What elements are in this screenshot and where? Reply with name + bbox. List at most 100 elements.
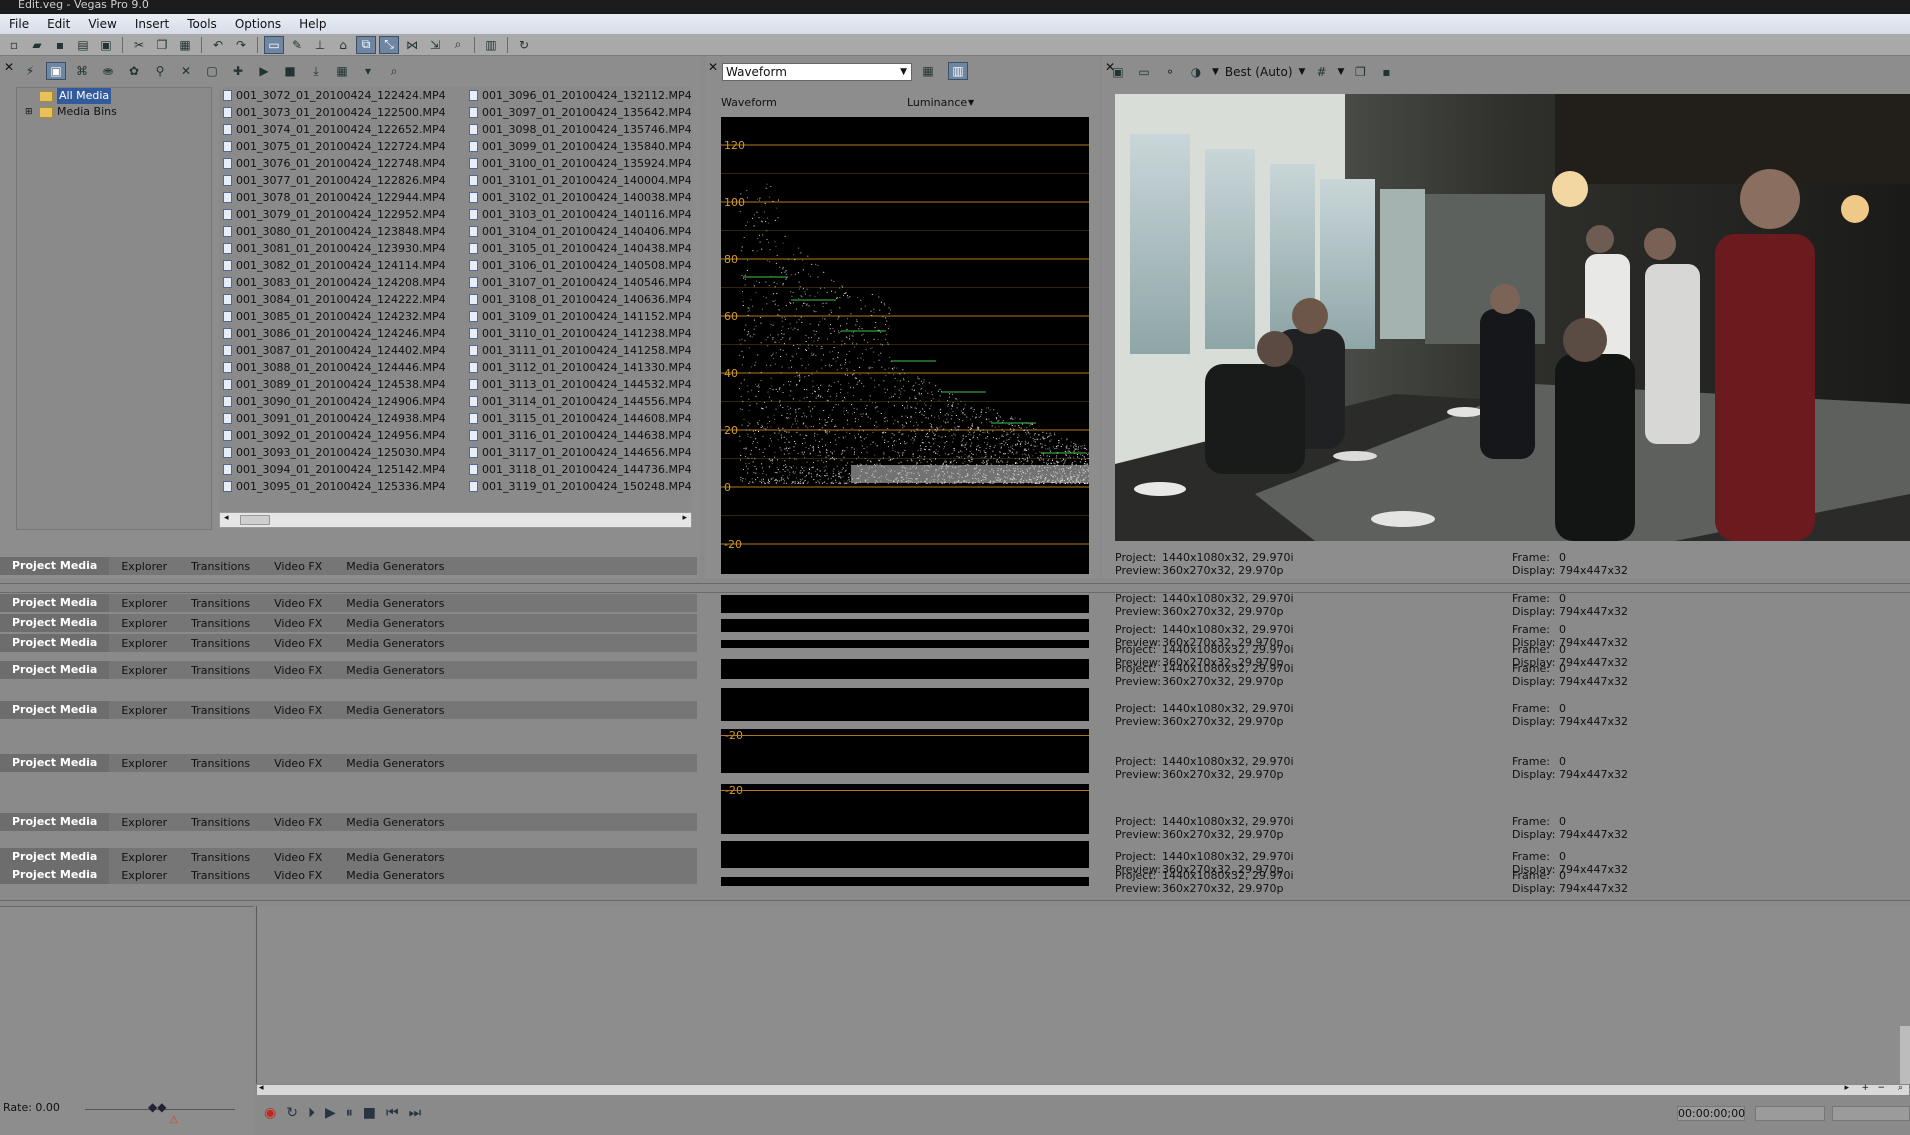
selection-start-field[interactable] xyxy=(1755,1106,1825,1121)
record-icon[interactable]: ◉ xyxy=(264,1105,276,1121)
render-icon[interactable]: ▭ xyxy=(264,35,284,54)
media-file-item[interactable]: 001_3117_01_20100424_144656.MP4 xyxy=(469,444,709,461)
rate-slider-thumb-icon[interactable]: ◆◆ xyxy=(148,1100,166,1114)
media-file-item[interactable]: 001_3099_01_20100424_135840.MP4 xyxy=(469,138,709,155)
scroll-right-icon[interactable]: ▸ xyxy=(1844,1083,1849,1093)
tab-transitions[interactable]: Transitions xyxy=(179,637,262,650)
media-file-item[interactable]: 001_3112_01_20100424_141330.MP4 xyxy=(469,359,709,376)
tab-video-fx[interactable]: Video FX xyxy=(262,597,334,610)
tab-video-fx[interactable]: Video FX xyxy=(262,869,334,882)
save-as-icon[interactable]: ▤ xyxy=(73,36,93,54)
tab-project-media[interactable]: Project Media xyxy=(0,848,110,866)
tab-transitions[interactable]: Transitions xyxy=(179,560,262,573)
media-file-item[interactable]: 001_3078_01_20100424_122944.MP4 xyxy=(223,189,463,206)
stop-media-icon[interactable]: ■ xyxy=(280,62,300,80)
lock-envelopes-icon[interactable]: ⋈ xyxy=(402,36,422,54)
media-file-item[interactable]: 001_3091_01_20100424_124938.MP4 xyxy=(223,410,463,427)
tab-explorer[interactable]: Explorer xyxy=(109,617,179,630)
media-file-item[interactable]: 001_3081_01_20100424_123930.MP4 xyxy=(223,240,463,257)
tab-transitions[interactable]: Transitions xyxy=(179,617,262,630)
save-icon[interactable]: ▪ xyxy=(50,36,70,54)
play-media-icon[interactable]: ▶ xyxy=(254,62,274,80)
zoom-in-icon[interactable]: + xyxy=(1861,1083,1869,1093)
media-file-item[interactable]: 001_3106_01_20100424_140508.MP4 xyxy=(469,257,709,274)
tab-project-media[interactable]: Project Media xyxy=(0,754,110,772)
window-layout-icon[interactable]: ▥ xyxy=(481,36,501,54)
save-snapshot-icon[interactable]: ▪ xyxy=(1376,63,1396,81)
media-file-item[interactable]: 001_3082_01_20100424_124114.MP4 xyxy=(223,257,463,274)
tab-transitions[interactable]: Transitions xyxy=(179,597,262,610)
copy-snapshot-icon[interactable]: ❐ xyxy=(1350,63,1370,81)
tab-project-media[interactable]: Project Media xyxy=(0,701,110,719)
media-file-item[interactable]: 001_3105_01_20100424_140438.MP4 xyxy=(469,240,709,257)
media-file-item[interactable]: 001_3111_01_20100424_141258.MP4 xyxy=(469,342,709,359)
loop-playback-icon[interactable]: ↻ xyxy=(286,1105,298,1121)
properties-icon[interactable]: ▣ xyxy=(96,36,116,54)
scroll-left-icon[interactable]: ◂ xyxy=(224,513,229,523)
tab-media-generators[interactable]: Media Generators xyxy=(334,637,456,650)
tab-media-generators[interactable]: Media Generators xyxy=(334,597,456,610)
scroll-left-icon[interactable]: ◂ xyxy=(259,1083,264,1093)
go-to-start-icon[interactable]: ⏮ xyxy=(386,1105,399,1121)
tab-explorer[interactable]: Explorer xyxy=(109,704,179,717)
tab-project-media[interactable]: Project Media xyxy=(0,594,110,612)
media-file-item[interactable]: 001_3116_01_20100424_144638.MP4 xyxy=(469,427,709,444)
project-video-properties-icon[interactable]: ▣ xyxy=(1108,63,1128,81)
media-file-item[interactable]: 001_3097_01_20100424_135642.MP4 xyxy=(469,104,709,121)
media-file-item[interactable]: 001_3108_01_20100424_140636.MP4 xyxy=(469,291,709,308)
tab-media-generators[interactable]: Media Generators xyxy=(334,869,456,882)
menu-options[interactable]: Options xyxy=(226,17,290,31)
chevron-down-icon[interactable]: ▼ xyxy=(1212,67,1219,77)
cut-icon[interactable]: ✂ xyxy=(129,36,149,54)
media-file-item[interactable]: 001_3102_01_20100424_140038.MP4 xyxy=(469,189,709,206)
tab-media-generators[interactable]: Media Generators xyxy=(334,851,456,864)
tab-media-generators[interactable]: Media Generators xyxy=(334,704,456,717)
cursor-timecode[interactable]: 00:00:00;00 xyxy=(1677,1106,1745,1121)
media-file-item[interactable]: 001_3077_01_20100424_122826.MP4 xyxy=(223,172,463,189)
media-file-item[interactable]: 001_3110_01_20100424_141238.MP4 xyxy=(469,325,709,342)
tab-explorer[interactable]: Explorer xyxy=(109,851,179,864)
play-from-start-icon[interactable]: ⏵ xyxy=(308,1105,315,1121)
media-file-item[interactable]: 001_3074_01_20100424_122652.MP4 xyxy=(223,121,463,138)
media-file-item[interactable]: 001_3104_01_20100424_140406.MP4 xyxy=(469,223,709,240)
capture-icon[interactable]: ▣ xyxy=(46,62,66,80)
pause-icon[interactable]: ⏸ xyxy=(346,1105,353,1121)
media-file-item[interactable]: 001_3113_01_20100424_144532.MP4 xyxy=(469,376,709,393)
stop-icon[interactable]: ■ xyxy=(363,1105,376,1121)
tab-media-generators[interactable]: Media Generators xyxy=(334,816,456,829)
edit-tool-icon[interactable]: ✎ xyxy=(287,36,307,54)
overlays-icon[interactable]: # xyxy=(1311,63,1331,81)
tab-video-fx[interactable]: Video FX xyxy=(262,757,334,770)
auto-preview-icon[interactable]: ⤓ xyxy=(306,62,326,80)
timeline-scrollbar[interactable]: ◂ ▸ + − ⌕ xyxy=(256,1083,1910,1096)
tab-video-fx[interactable]: Video FX xyxy=(262,664,334,677)
close-panel-icon[interactable]: ✕ xyxy=(4,60,14,74)
media-file-item[interactable]: 001_3075_01_20100424_122724.MP4 xyxy=(223,138,463,155)
tab-project-media[interactable]: Project Media xyxy=(0,634,110,652)
tab-project-media[interactable]: Project Media xyxy=(0,813,110,831)
mode-dropdown-icon[interactable]: ▼ xyxy=(968,98,974,107)
media-file-item[interactable]: 001_3089_01_20100424_124538.MP4 xyxy=(223,376,463,393)
media-fx-icon[interactable]: ✿ xyxy=(124,62,144,80)
new-file-icon[interactable]: ▫ xyxy=(4,36,24,54)
ignore-grouping-icon[interactable]: ⇲ xyxy=(425,36,445,54)
timeline-area[interactable] xyxy=(256,906,1910,1084)
media-file-item[interactable]: 001_3087_01_20100424_124402.MP4 xyxy=(223,342,463,359)
preview-quality-select[interactable]: Best (Auto) xyxy=(1225,65,1293,79)
import-media-icon[interactable]: ⚡ xyxy=(20,62,40,80)
tab-media-generators[interactable]: Media Generators xyxy=(334,757,456,770)
chevron-down-icon[interactable]: ▼ xyxy=(1337,67,1344,77)
tab-media-generators[interactable]: Media Generators xyxy=(334,560,456,573)
media-file-item[interactable]: 001_3115_01_20100424_144608.MP4 xyxy=(469,410,709,427)
clear-icon[interactable]: ▢ xyxy=(202,62,222,80)
tab-video-fx[interactable]: Video FX xyxy=(262,637,334,650)
media-file-item[interactable]: 001_3101_01_20100424_140004.MP4 xyxy=(469,172,709,189)
scope-mode[interactable]: Luminance xyxy=(907,96,967,109)
tab-explorer[interactable]: Explorer xyxy=(109,637,179,650)
scope-settings-icon[interactable]: ▦ xyxy=(918,62,938,80)
undo-icon[interactable]: ↶ xyxy=(208,36,228,54)
tab-project-media[interactable]: Project Media xyxy=(0,614,110,632)
tab-video-fx[interactable]: Video FX xyxy=(262,560,334,573)
media-file-item[interactable]: 001_3109_01_20100424_141152.MP4 xyxy=(469,308,709,325)
extract-audio-icon[interactable]: ⛂ xyxy=(98,62,118,80)
